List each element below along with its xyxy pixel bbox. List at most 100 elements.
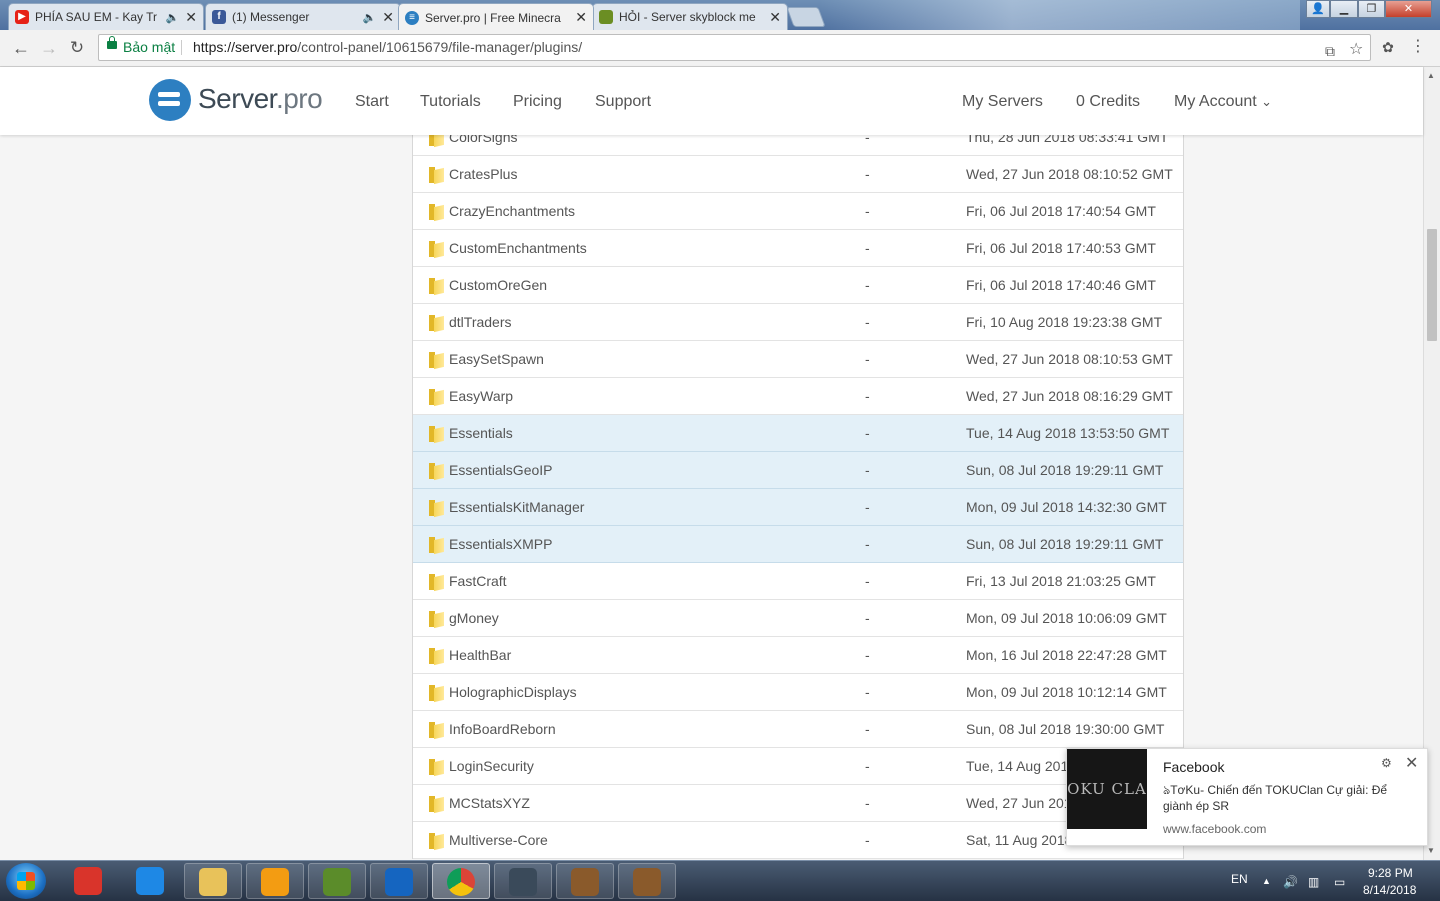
taskbar-app[interactable] — [308, 863, 366, 899]
browser-tab[interactable]: ▶ PHÍA SAU EM - Kay Tr 🔈 ✕ — [8, 3, 204, 30]
profile-icon[interactable]: 👤 — [1306, 0, 1330, 18]
file-row[interactable]: gMoney - Mon, 09 Jul 2018 10:06:09 GMT — [413, 600, 1183, 637]
language-indicator[interactable]: EN — [1231, 872, 1248, 886]
nav-my-servers[interactable]: My Servers — [962, 93, 1043, 111]
taskbar-app[interactable] — [370, 863, 428, 899]
clock-date[interactable]: 8/14/2018 — [1363, 883, 1416, 897]
close-tab-icon[interactable]: ✕ — [769, 9, 781, 26]
file-row[interactable]: CratesPlus - Wed, 27 Jun 2018 08:10:52 GMT — [413, 156, 1183, 193]
file-name[interactable]: Multiverse-Core — [449, 832, 548, 848]
file-row[interactable]: Essentials - Tue, 14 Aug 2018 13:53:50 GMT — [413, 415, 1183, 452]
taskbar-app[interactable] — [246, 863, 304, 899]
taskbar-app[interactable] — [494, 863, 552, 899]
menu-icon[interactable]: ⋮ — [1409, 38, 1427, 56]
file-name[interactable]: LoginSecurity — [449, 758, 534, 774]
translate-icon[interactable]: ⧉ — [1325, 39, 1335, 64]
taskbar-app[interactable] — [556, 863, 614, 899]
nav-my-account[interactable]: My Account ⌄ — [1174, 93, 1272, 111]
file-row[interactable]: EssentialsKitManager - Mon, 09 Jul 2018 14… — [413, 489, 1183, 526]
minimize-button[interactable]: ▁ — [1330, 0, 1358, 18]
file-name[interactable]: dtlTraders — [449, 314, 512, 330]
minecraft-icon — [323, 868, 351, 896]
file-size: - — [865, 462, 870, 478]
taskbar-app[interactable] — [122, 863, 180, 899]
bookmark-star-icon[interactable]: ☆ — [1349, 37, 1363, 62]
nav-pricing[interactable]: Pricing — [513, 93, 562, 111]
nav-start[interactable]: Start — [355, 93, 389, 111]
file-row[interactable]: InfoBoardReborn - Sun, 08 Jul 2018 19:30:0… — [413, 711, 1183, 748]
file-row[interactable]: HolographicDisplays - Mon, 09 Jul 2018 10:… — [413, 674, 1183, 711]
scroll-up-icon[interactable]: ▲ — [1427, 71, 1435, 80]
file-name[interactable]: MCStatsXYZ — [449, 795, 530, 811]
windows-taskbar: EN ▲ 🔊 ▥ ▭ 9:28 PM 8/14/2018 — [0, 860, 1440, 901]
taskbar-app[interactable] — [618, 863, 676, 899]
nav-credits[interactable]: 0 Credits — [1076, 93, 1140, 111]
extension-icon[interactable]: ✿ — [1379, 38, 1397, 56]
close-tab-icon[interactable]: ✕ — [185, 9, 197, 26]
browser-tab[interactable]: f (1) Messenger 🔈 ✕ — [205, 3, 401, 30]
file-row[interactable]: EasySetSpawn - Wed, 27 Jun 2018 08:10:53 G… — [413, 341, 1183, 378]
file-row[interactable]: CustomOreGen - Fri, 06 Jul 2018 17:40:46 G… — [413, 267, 1183, 304]
facebook-notification[interactable]: OKU CLA Facebook ঌTơKu- Chiến đến TOKUCl… — [1066, 748, 1428, 846]
close-tab-icon[interactable]: ✕ — [575, 9, 587, 26]
file-name[interactable]: Essentials — [449, 425, 513, 441]
volume-icon[interactable]: 🔊 — [1283, 875, 1298, 889]
new-tab-button[interactable] — [786, 7, 826, 27]
reload-icon[interactable]: ↻ — [66, 37, 88, 59]
file-name[interactable]: EssentialsKitManager — [449, 499, 584, 515]
taskbar-app[interactable] — [60, 863, 118, 899]
file-row[interactable]: EssentialsXMPP - Sun, 08 Jul 2018 19:29:11… — [413, 526, 1183, 563]
url-text[interactable]: https://server.pro/control-panel/1061567… — [193, 35, 582, 60]
file-row[interactable]: CrazyEnchantments - Fri, 06 Jul 2018 17:40… — [413, 193, 1183, 230]
file-modified: Fri, 06 Jul 2018 17:40:46 GMT — [966, 277, 1156, 293]
file-name[interactable]: EasySetSpawn — [449, 351, 544, 367]
file-row[interactable]: EssentialsGeoIP - Sun, 08 Jul 2018 19:29:1… — [413, 452, 1183, 489]
back-icon[interactable]: ← — [10, 37, 32, 59]
file-name[interactable]: EssentialsXMPP — [449, 536, 552, 552]
file-row[interactable]: dtlTraders - Fri, 10 Aug 2018 19:23:38 GMT — [413, 304, 1183, 341]
nav-tutorials[interactable]: Tutorials — [420, 93, 481, 111]
scroll-down-icon[interactable]: ▼ — [1427, 846, 1435, 855]
close-tab-icon[interactable]: ✕ — [382, 9, 394, 26]
file-name[interactable]: HealthBar — [449, 647, 511, 663]
taskbar-app[interactable] — [432, 863, 490, 899]
file-name[interactable]: CrazyEnchantments — [449, 203, 575, 219]
start-button[interactable] — [6, 863, 46, 899]
browser-tab-active[interactable]: ≡ Server.pro | Free Minecra ✕ — [398, 3, 594, 30]
file-name[interactable]: CustomEnchantments — [449, 240, 587, 256]
file-name[interactable]: EasyWarp — [449, 388, 513, 404]
file-row[interactable]: CustomEnchantments - Fri, 06 Jul 2018 17:4… — [413, 230, 1183, 267]
secure-label[interactable]: Bảo mật — [123, 35, 175, 60]
address-bar[interactable]: Bảo mật https://server.pro/control-panel… — [98, 34, 1371, 61]
clock-time[interactable]: 9:28 PM — [1368, 866, 1413, 880]
show-hidden-icons[interactable]: ▲ — [1262, 876, 1271, 886]
file-name[interactable]: CratesPlus — [449, 166, 517, 182]
taskbar-app[interactable] — [184, 863, 242, 899]
file-row[interactable]: FastCraft - Fri, 13 Jul 2018 21:03:25 GMT — [413, 563, 1183, 600]
file-name[interactable]: FastCraft — [449, 573, 507, 589]
file-name[interactable]: CustomOreGen — [449, 277, 547, 293]
close-window-button[interactable]: ✕ — [1385, 0, 1432, 18]
speaker-icon[interactable]: 🔈 — [363, 11, 377, 24]
browser-tab[interactable]: HỎI - Server skyblock me ✕ — [592, 3, 788, 30]
file-name[interactable]: HolographicDisplays — [449, 684, 577, 700]
lock-icon[interactable] — [107, 36, 117, 49]
file-name[interactable]: gMoney — [449, 610, 499, 626]
speaker-icon[interactable]: 🔈 — [166, 11, 180, 24]
file-row[interactable]: HealthBar - Mon, 16 Jul 2018 22:47:28 GMT — [413, 637, 1183, 674]
file-name[interactable]: InfoBoardReborn — [449, 721, 556, 737]
page-scrollbar[interactable]: ▲ ▼ — [1423, 67, 1440, 860]
file-name[interactable]: EssentialsGeoIP — [449, 462, 553, 478]
site-logo[interactable]: Server.pro — [198, 83, 323, 115]
window-controls: 👤 ▁ ❐ ✕ — [1306, 0, 1432, 18]
file-row[interactable]: EasyWarp - Wed, 27 Jun 2018 08:16:29 GMT — [413, 378, 1183, 415]
close-icon[interactable]: ✕ — [1405, 753, 1418, 773]
action-center-icon[interactable]: ▭ — [1334, 875, 1345, 889]
forward-icon[interactable]: → — [38, 37, 60, 59]
maximize-button[interactable]: ❐ — [1358, 0, 1385, 18]
serverpro-logo-icon[interactable] — [149, 79, 191, 121]
scrollbar-thumb[interactable] — [1427, 229, 1437, 341]
nav-support[interactable]: Support — [595, 93, 651, 111]
gear-icon[interactable]: ⚙ — [1381, 756, 1392, 770]
network-icon[interactable]: ▥ — [1308, 875, 1319, 889]
